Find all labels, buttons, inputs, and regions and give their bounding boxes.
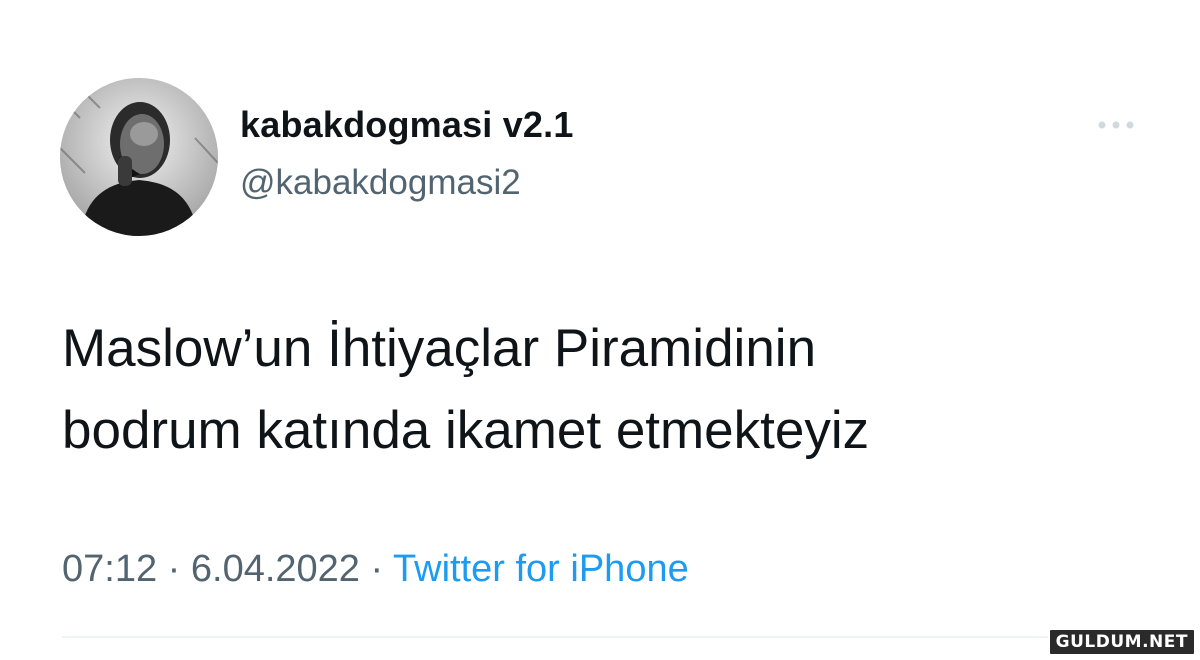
meta-separator: · [370, 548, 384, 590]
tweet-text-line: bodrum katında ikamet etmekteyiz [62, 401, 870, 460]
divider [62, 636, 1140, 638]
meta-separator: · [167, 548, 181, 590]
avatar[interactable] [60, 78, 218, 236]
tweet-time[interactable]: 07:12 [62, 548, 157, 590]
author-handle[interactable]: @kabakdogmasi2 [240, 163, 521, 203]
more-options-icon [1098, 121, 1134, 129]
tweet-text: Maslow’un İhtiyaçlar Piramidinin bodrum … [62, 308, 1122, 472]
profile-photo-icon [60, 78, 218, 236]
watermark: GULDUM.NET [1047, 628, 1196, 656]
tweet-card: kabakdogmasi v2.1 @kabakdogmasi2 Maslow’… [0, 0, 1200, 660]
tweet-source-link[interactable]: Twitter for iPhone [393, 548, 689, 590]
tweet-date[interactable]: 6.04.2022 [191, 548, 360, 590]
more-options-button[interactable] [1092, 110, 1140, 140]
tweet-text-line: Maslow’un İhtiyaçlar Piramidinin [62, 319, 817, 378]
author-display-name[interactable]: kabakdogmasi v2.1 [240, 104, 574, 146]
tweet-metadata: 07:12 · 6.04.2022 · Twitter for iPhone [62, 548, 689, 591]
